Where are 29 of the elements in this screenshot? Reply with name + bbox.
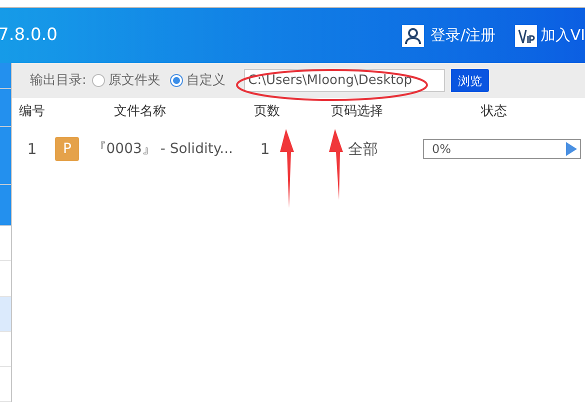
column-header: 页数 xyxy=(254,104,280,120)
file-type-badge: P xyxy=(55,137,80,161)
vip-icon[interactable] xyxy=(515,24,538,46)
radio-label[interactable]: 自定义 xyxy=(186,70,226,90)
radio-label[interactable]: 原文件夹 xyxy=(108,70,161,90)
column-header: 文件名称 xyxy=(114,104,166,120)
row-number: 1 xyxy=(27,140,37,158)
play-icon[interactable] xyxy=(566,142,577,156)
radio-button[interactable] xyxy=(170,74,184,87)
vip-link[interactable]: 加入VI xyxy=(540,24,585,47)
output-label: 输出目录: xyxy=(30,72,86,90)
sidebar-item[interactable] xyxy=(0,63,11,90)
browse-button[interactable]: 浏览 xyxy=(451,69,490,92)
column-header: 页码选择 xyxy=(331,104,383,120)
page-range: 全部 xyxy=(348,140,378,158)
progress-label: 0% xyxy=(432,141,452,158)
column-header: 状态 xyxy=(481,104,507,120)
path-field[interactable]: C:\Users\Mloong\Desktop xyxy=(244,69,446,92)
sidebar-item[interactable] xyxy=(0,126,11,186)
column-header: 编号 xyxy=(19,104,45,120)
page-count: 1 xyxy=(260,140,270,158)
sidebar-item[interactable] xyxy=(0,89,11,127)
sidebar-item[interactable] xyxy=(0,185,11,226)
file-name: 『0003』 - Solidity... xyxy=(92,140,233,158)
login-link[interactable]: 登录/注册 xyxy=(430,24,496,47)
sidebar-item[interactable] xyxy=(0,296,11,332)
sidebar-item[interactable] xyxy=(0,332,11,367)
user-icon[interactable] xyxy=(402,24,424,46)
radio-button[interactable] xyxy=(92,74,106,87)
